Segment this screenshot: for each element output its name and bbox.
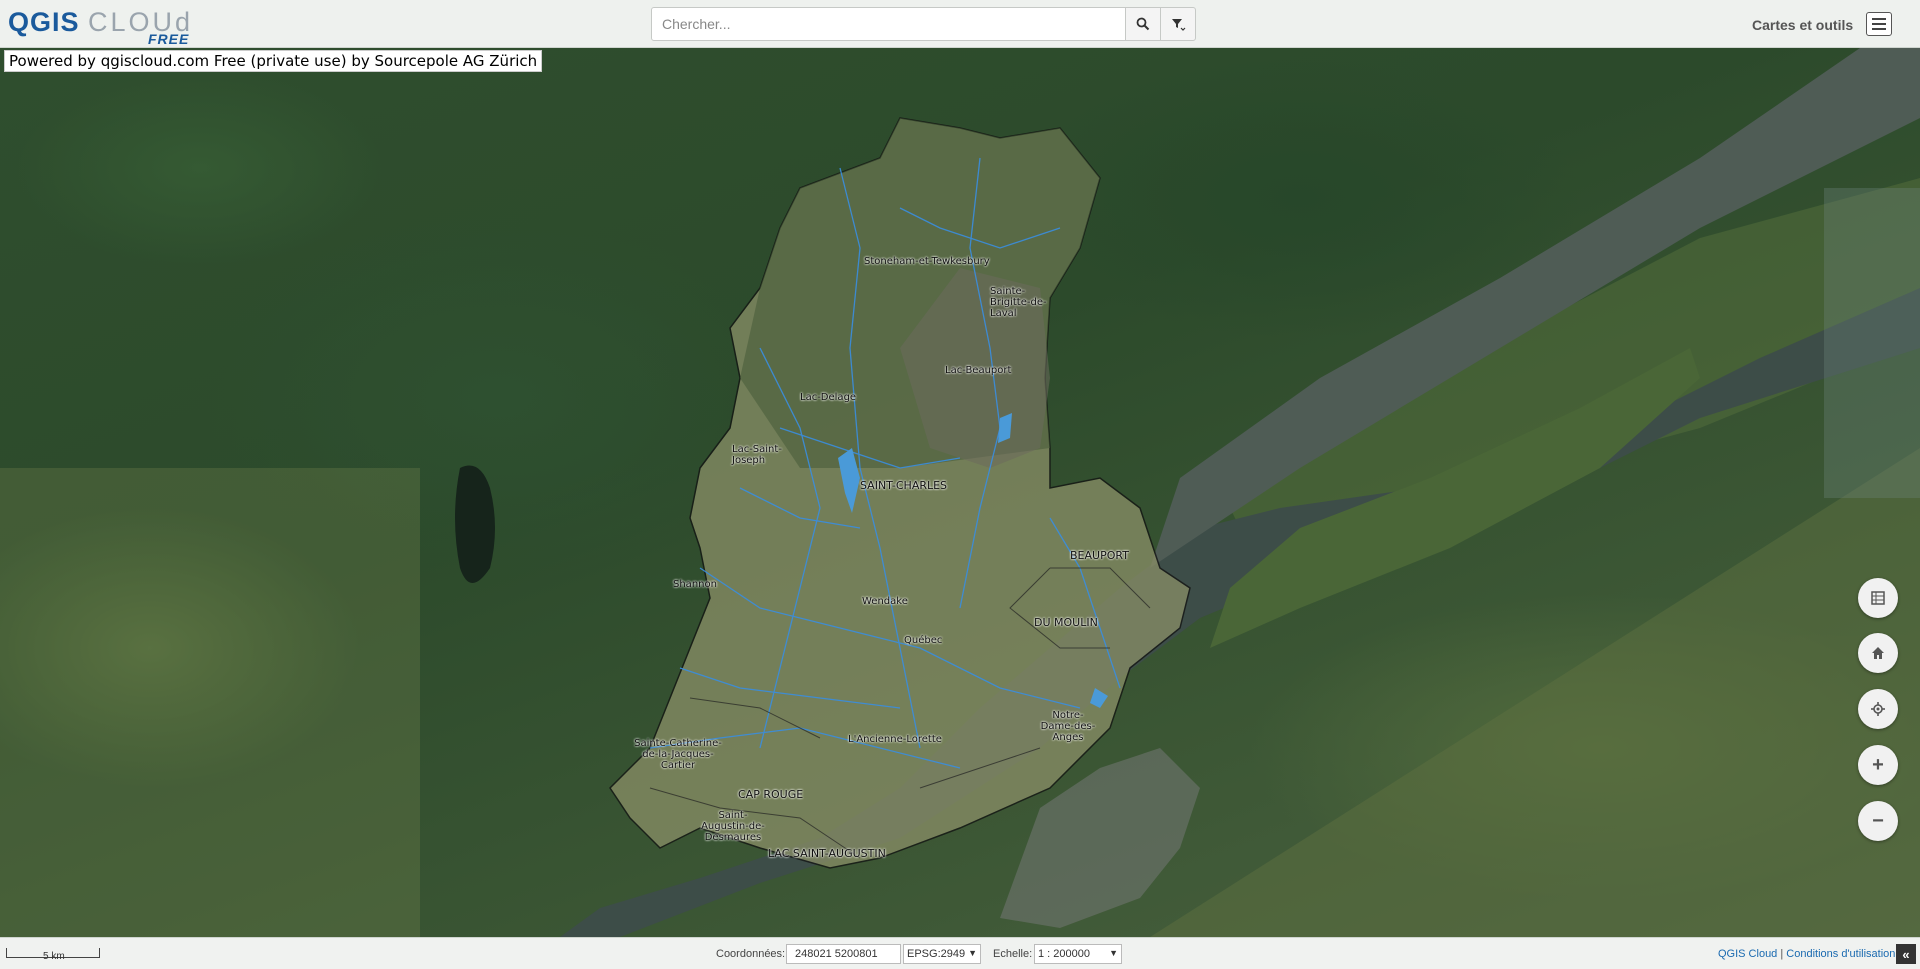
scale-bar-label: 5 km bbox=[43, 951, 65, 962]
locate-icon bbox=[1871, 702, 1885, 716]
logo-free-label: FREE bbox=[148, 31, 190, 47]
label-shannon: Shannon bbox=[673, 579, 717, 590]
terms-link[interactable]: Conditions d'utilisation bbox=[1786, 948, 1895, 960]
label-sainte-brigitte: Sainte-Brigitte-de-Laval bbox=[990, 286, 1047, 319]
label-ste-catherine: Sainte-Catherine-de-la-Jacques-Cartier bbox=[634, 738, 722, 771]
scale-label: Echelle: bbox=[993, 948, 1033, 960]
footer-links: QGIS Cloud | Conditions d'utilisation bbox=[1718, 948, 1895, 960]
zoom-in-button[interactable]: + bbox=[1858, 745, 1898, 785]
hamburger-icon bbox=[1872, 18, 1886, 20]
label-beauport: BEAUPORT bbox=[1070, 549, 1129, 562]
search-input[interactable] bbox=[651, 7, 1126, 41]
label-stoneham: Stoneham-et-Tewkesbury bbox=[864, 256, 990, 267]
search-button[interactable] bbox=[1125, 7, 1161, 41]
maps-tools-label[interactable]: Cartes et outils bbox=[1752, 17, 1853, 33]
map-canvas[interactable]: Stoneham-et-Tewkesbury Sainte-Brigitte-d… bbox=[0, 48, 1920, 937]
scale-select[interactable]: 1 : 200000 ▼ bbox=[1034, 944, 1122, 964]
label-saint-charles: SAINT-CHARLES bbox=[860, 479, 948, 492]
menu-button[interactable] bbox=[1866, 12, 1892, 36]
crs-select[interactable]: EPSG:2949 ▼ bbox=[903, 944, 981, 964]
filter-button[interactable] bbox=[1160, 7, 1196, 41]
farmland-left bbox=[0, 468, 420, 937]
label-notre-dame: Notre-Dame-des-Anges bbox=[1040, 710, 1096, 743]
coordinates-label: Coordonnées: bbox=[716, 948, 786, 960]
plus-icon: + bbox=[1872, 753, 1884, 776]
label-lac-st-joseph: Lac-Saint-Joseph bbox=[732, 444, 782, 466]
top-bar: QGIS CLOUd FREE Cartes et outils bbox=[0, 0, 1920, 48]
home-button[interactable] bbox=[1858, 633, 1898, 673]
table-icon bbox=[1871, 591, 1885, 605]
label-cap-rouge: CAP ROUGE bbox=[738, 788, 804, 801]
label-lac-st-augustin: LAC SAINT-AUGUSTIN bbox=[768, 847, 886, 860]
collapse-panel-button[interactable]: « bbox=[1896, 944, 1916, 964]
powered-by-attribution: Powered by qgiscloud.com Free (private u… bbox=[4, 50, 543, 72]
label-wendake: Wendake bbox=[862, 596, 908, 607]
label-quebec: Québec bbox=[904, 635, 943, 646]
zoom-out-button[interactable]: − bbox=[1858, 801, 1898, 841]
home-icon bbox=[1872, 647, 1884, 659]
label-ancienne-lorette: L'Ancienne-Lorette bbox=[848, 734, 942, 745]
label-lac-delage: Lac-Delage bbox=[800, 392, 857, 403]
label-lac-beauport: Lac-Beauport bbox=[945, 365, 1012, 376]
label-st-augustin: Saint-Augustin-de-Desmaures bbox=[701, 810, 765, 843]
locate-button[interactable] bbox=[1858, 689, 1898, 729]
table-button[interactable] bbox=[1858, 578, 1898, 618]
qgis-cloud-logo[interactable]: QGIS CLOUd FREE bbox=[8, 8, 208, 47]
minus-icon: − bbox=[1872, 809, 1884, 832]
filter-icon bbox=[1172, 19, 1186, 31]
chevron-down-icon: ▼ bbox=[968, 948, 977, 958]
coordinates-field[interactable]: 248021 5200801 bbox=[786, 944, 901, 964]
bottom-bar: 5 km Coordonnées: 248021 5200801 EPSG:29… bbox=[0, 937, 1920, 969]
link-separator: | bbox=[1780, 948, 1784, 960]
chevron-down-icon: ▼ bbox=[1109, 948, 1118, 958]
lake bbox=[455, 465, 495, 583]
qgis-cloud-link[interactable]: QGIS Cloud bbox=[1718, 948, 1777, 960]
search-bar bbox=[651, 7, 1196, 41]
search-icon bbox=[1136, 17, 1150, 31]
map-svg bbox=[0, 48, 1920, 937]
label-du-moulin: DU MOULIN bbox=[1034, 616, 1098, 629]
imagery-patch bbox=[1824, 188, 1920, 498]
